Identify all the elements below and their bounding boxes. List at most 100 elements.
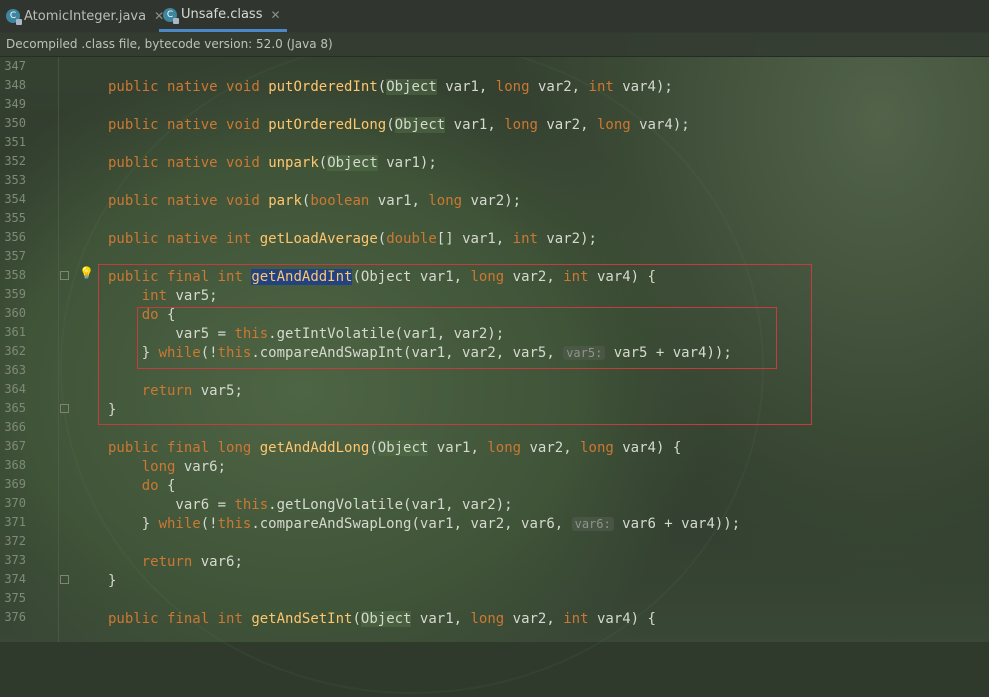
close-icon[interactable]: ✕ <box>270 8 280 22</box>
method-name: getAndAddLong <box>259 440 370 456</box>
annotation-box-loop <box>137 307 777 369</box>
code-line: public final int getAndSetInt(Object var… <box>108 610 656 629</box>
type-name: Object <box>394 117 446 133</box>
line-number: 370 <box>4 496 26 510</box>
keyword: public <box>108 231 168 247</box>
code-text: var6; <box>192 554 243 570</box>
code-text: var1, <box>436 79 496 95</box>
keyword: int <box>563 611 589 627</box>
code-text: var2, <box>537 117 597 133</box>
code-text: ( <box>352 611 361 627</box>
line-number: 368 <box>4 458 26 472</box>
line-number: 371 <box>4 515 26 529</box>
method-name: park <box>268 193 302 209</box>
keyword: void <box>226 193 269 209</box>
line-number: 367 <box>4 439 26 453</box>
keyword: long <box>217 440 260 456</box>
keyword: boolean <box>310 193 370 209</box>
keyword: long <box>141 459 176 475</box>
code-text: var4) { <box>613 440 682 456</box>
line-number: 347 <box>4 59 26 73</box>
editor-tab-bar: C AtomicInteger.java ✕ C Unsafe.class ✕ <box>0 0 989 33</box>
lightbulb-icon[interactable]: 💡 <box>79 266 94 280</box>
code-line: var6 = this.getLongVolatile(var1, var2); <box>108 496 512 515</box>
line-number: 349 <box>4 97 26 111</box>
keyword: long <box>428 193 463 209</box>
code-line: public native void putOrderedLong(Object… <box>108 116 690 135</box>
code-text: .compareAndSwapLong(var1, var2, var6, <box>251 516 572 532</box>
line-number: 357 <box>4 249 26 263</box>
line-number: 376 <box>4 610 26 624</box>
line-number: 352 <box>4 154 26 168</box>
code-text: ( <box>386 117 395 133</box>
keyword: public <box>108 117 168 133</box>
code-text: var6 + var4)); <box>613 516 741 532</box>
class-file-icon: C <box>163 7 179 24</box>
keyword: int <box>588 79 614 95</box>
line-number: 375 <box>4 591 26 605</box>
code-line: long var6; <box>108 458 226 477</box>
keyword: void <box>226 79 269 95</box>
type-name: Object <box>327 155 378 171</box>
line-number: 366 <box>4 420 26 434</box>
code-text: var1); <box>377 155 437 171</box>
code-text: var1, <box>411 611 471 627</box>
keyword: void <box>226 117 269 133</box>
keyword: int <box>512 231 538 247</box>
code-text: } <box>108 573 117 589</box>
keyword: native <box>167 117 227 133</box>
tab-atomic-integer[interactable]: C AtomicInteger.java ✕ <box>6 0 164 32</box>
code-text: var6; <box>175 459 227 475</box>
keyword: long <box>580 440 614 456</box>
keyword: while <box>158 516 201 532</box>
fold-toggle-icon[interactable] <box>60 575 69 584</box>
type-name: Object <box>386 79 437 95</box>
code-text: var4) { <box>588 611 656 627</box>
code-line: public final long getAndAddLong(Object v… <box>108 439 681 458</box>
code-text: } <box>108 516 159 532</box>
keyword: long <box>470 611 505 627</box>
keyword: this <box>217 516 252 532</box>
fold-toggle-icon[interactable] <box>60 404 69 413</box>
keyword: this <box>234 497 269 513</box>
keyword: long <box>487 440 522 456</box>
tab-label: AtomicInteger.java <box>24 8 147 24</box>
keyword: public <box>108 155 168 171</box>
tab-unsafe-class[interactable]: C Unsafe.class ✕ <box>159 0 287 32</box>
line-number: 372 <box>4 534 26 548</box>
keyword: native <box>167 155 227 171</box>
keyword: native <box>167 193 227 209</box>
code-text: var4); <box>613 79 673 95</box>
code-text: ( <box>318 155 328 171</box>
tab-label: Unsafe.class <box>181 7 263 22</box>
keyword: do <box>141 478 159 494</box>
keyword: public <box>108 193 168 209</box>
method-name: getAndSetInt <box>251 611 353 627</box>
code-line: } <box>108 572 116 591</box>
code-line: do { <box>108 477 176 496</box>
code-line: public native void park(boolean var1, lo… <box>108 192 521 211</box>
line-number: 350 <box>4 116 26 130</box>
type-name: Object <box>360 611 412 627</box>
code-line: public native int getLoadAverage(double[… <box>108 230 597 249</box>
keyword: long <box>596 117 631 133</box>
code-text: var2); <box>462 193 522 209</box>
line-number: 359 <box>4 287 26 301</box>
code-line: public native void unpark(Object var1); <box>108 154 437 173</box>
code-text: var1, <box>445 117 505 133</box>
keyword: native <box>167 79 227 95</box>
line-number: 356 <box>4 230 26 244</box>
line-number: 361 <box>4 325 26 339</box>
line-number: 362 <box>4 344 26 358</box>
code-text: [] var1, <box>436 231 513 247</box>
method-name: putOrderedLong <box>268 117 387 133</box>
code-line: public native void putOrderedInt(Object … <box>108 78 673 97</box>
code-text: var2, <box>504 611 564 627</box>
code-text: var6 = <box>108 497 235 513</box>
line-number: 355 <box>4 211 26 225</box>
fold-toggle-icon[interactable] <box>60 271 69 280</box>
keyword: long <box>495 79 530 95</box>
line-number: 354 <box>4 192 26 206</box>
